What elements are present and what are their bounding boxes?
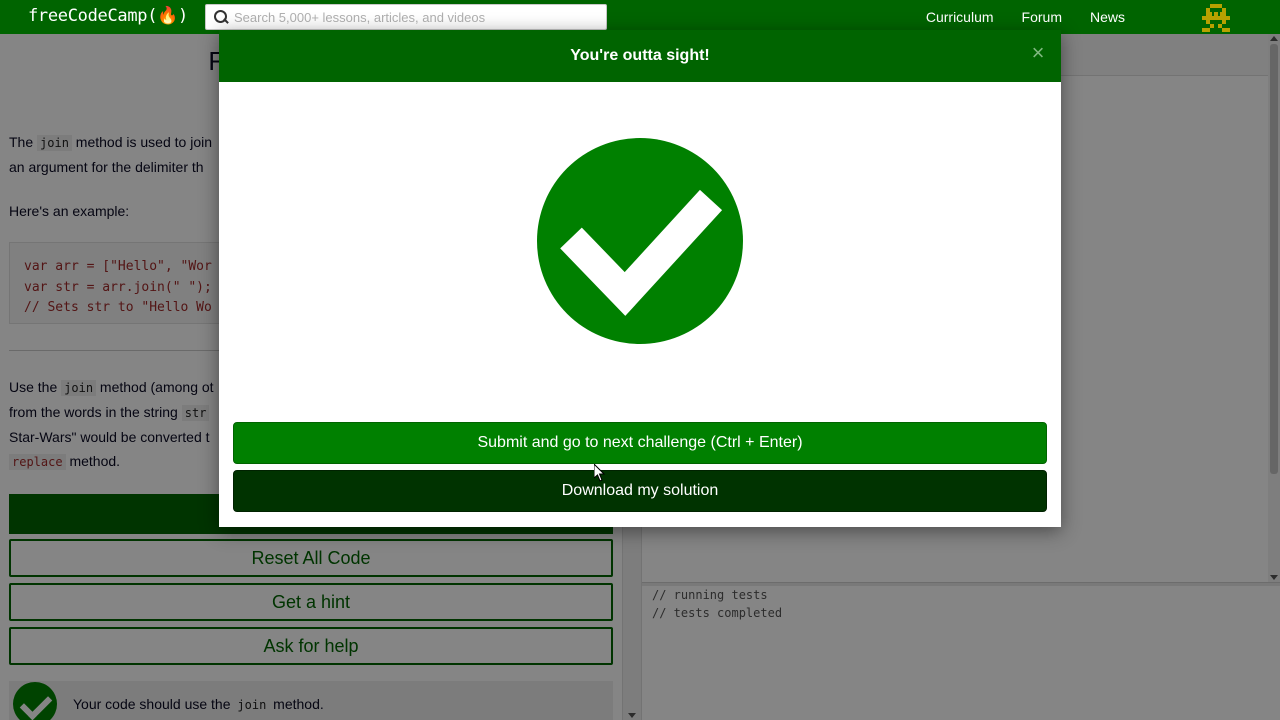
modal-header: You're outta sight! × [219,30,1061,82]
download-solution-button[interactable]: Download my solution [233,470,1047,512]
nav-links: Curriculum Forum News [926,0,1125,34]
top-navbar: freeCodeCamp(🔥) Curriculum Forum News [0,0,1280,34]
nav-link-forum[interactable]: Forum [1022,9,1062,25]
search-icon [214,10,228,24]
nav-link-curriculum[interactable]: Curriculum [926,9,994,25]
search-bar[interactable] [205,4,607,30]
completion-modal: You're outta sight! × Submit and go to n… [219,30,1061,527]
mouse-cursor-icon [594,464,606,482]
success-check-icon [537,138,743,344]
modal-title: You're outta sight! [570,47,710,64]
search-input[interactable] [234,9,594,25]
user-avatar-icon[interactable] [1200,2,1232,32]
close-icon[interactable]: × [1029,42,1047,64]
submit-next-challenge-button[interactable]: Submit and go to next challenge (Ctrl + … [233,422,1047,464]
freecodecamp-logo[interactable]: freeCodeCamp(🔥) [28,6,188,26]
nav-link-news[interactable]: News [1090,9,1125,25]
